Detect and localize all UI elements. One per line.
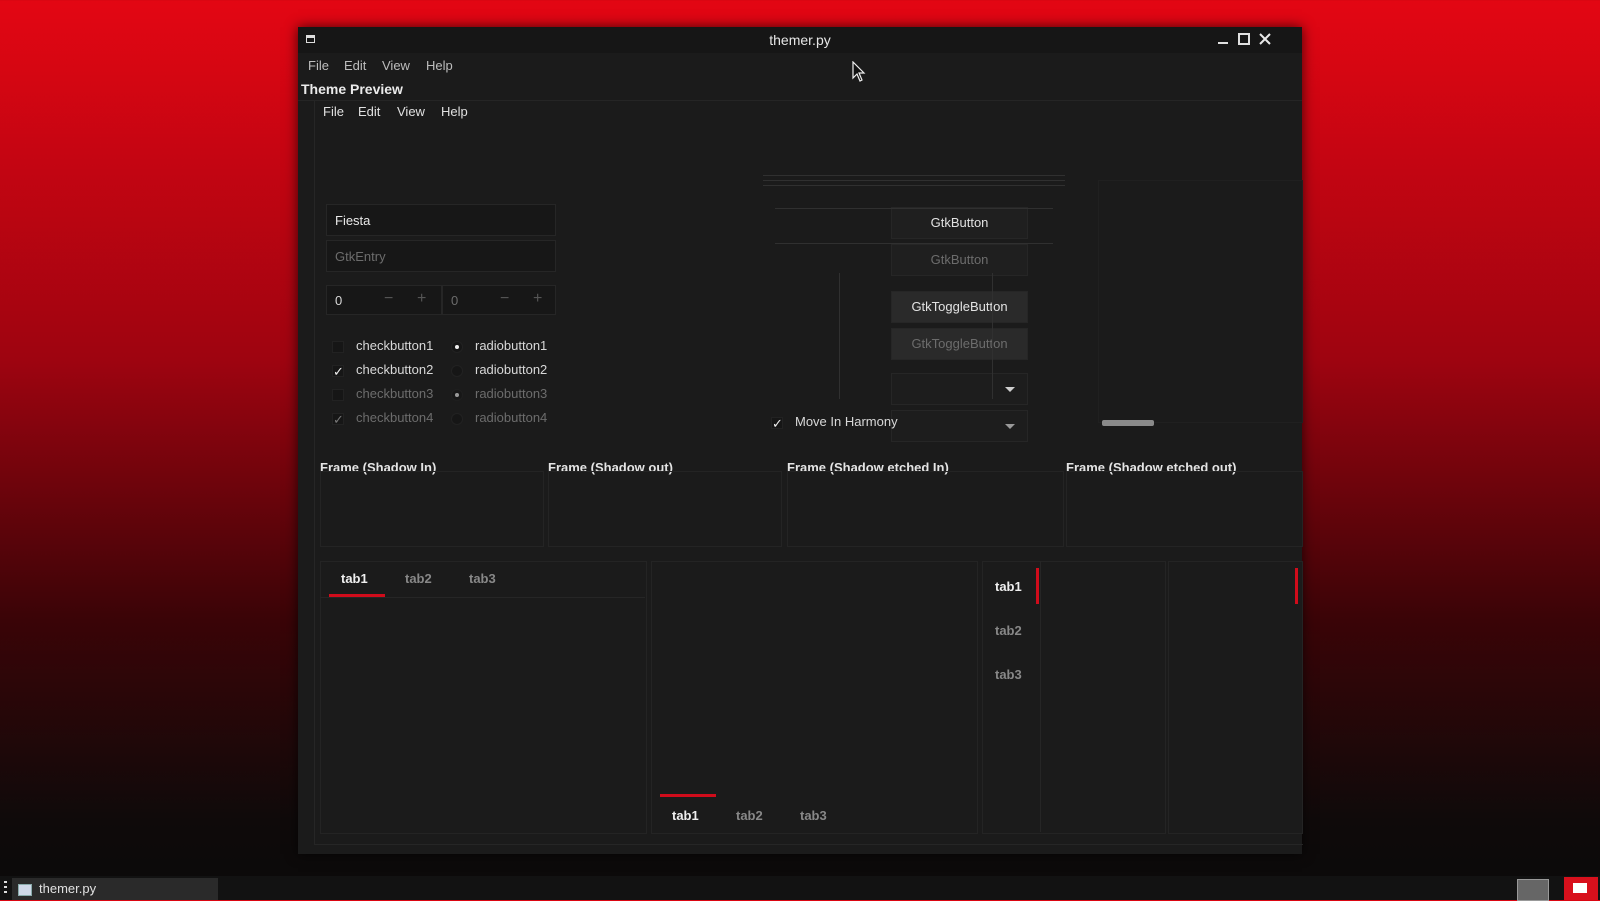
combo-box[interactable]	[891, 373, 1028, 405]
active-tab-indicator	[1036, 568, 1039, 604]
menu-help[interactable]: Help	[426, 58, 453, 73]
window-title: themer.py	[769, 32, 831, 48]
task-label: themer.py	[39, 881, 97, 896]
radio-unselected-icon	[451, 365, 463, 377]
menu-file[interactable]: File	[308, 58, 329, 73]
horizontal-scale[interactable]	[775, 243, 1053, 244]
spin-value: 0	[335, 293, 343, 308]
horizontal-scale[interactable]	[763, 180, 1065, 181]
harmony-label: Move In Harmony	[795, 414, 898, 429]
menu-view[interactable]: View	[382, 58, 410, 73]
tab-left-3[interactable]: tab3	[995, 667, 1022, 682]
gtk-toggle-button[interactable]: GtkToggleButton	[891, 291, 1028, 323]
active-tab-indicator	[660, 794, 716, 797]
text-entry[interactable]: Fiesta	[326, 204, 556, 236]
checkmark-icon: ✓	[332, 364, 344, 379]
radiobutton-label: radiobutton4	[475, 410, 548, 425]
combo-box-disabled[interactable]	[891, 410, 1028, 442]
radiobutton-label: radiobutton3	[475, 386, 548, 401]
minus-icon[interactable]: −	[500, 290, 509, 308]
radio-selected-icon	[451, 341, 463, 353]
maximize-icon[interactable]	[1236, 31, 1252, 47]
checkbox-unchecked-icon	[332, 341, 344, 353]
horizontal-scale[interactable]	[763, 175, 1065, 176]
radio-selected-icon	[451, 389, 463, 401]
gtk-toggle-button-disabled[interactable]: GtkToggleButton	[891, 328, 1028, 360]
preview-menu-edit[interactable]: Edit	[358, 104, 380, 119]
frame-etched-out	[1066, 471, 1303, 547]
radiobutton-label: radiobutton2	[475, 362, 548, 377]
horizontal-scrollbar[interactable]	[1102, 420, 1154, 426]
gtk-button[interactable]: GtkButton	[891, 207, 1028, 239]
workspace-switcher-icon[interactable]	[1517, 879, 1549, 901]
radio-unselected-icon	[451, 413, 463, 425]
notebook-tabs-left	[982, 561, 1166, 834]
close-icon[interactable]	[1257, 31, 1273, 47]
spin-button-disabled[interactable]: 0 − +	[442, 285, 556, 315]
checkbutton-label: checkbutton3	[356, 386, 434, 401]
chevron-down-icon	[1005, 424, 1015, 429]
desktop-window-icon	[1573, 883, 1587, 893]
checkmark-icon: ✓	[332, 412, 344, 427]
tab-bottom-1[interactable]: tab1	[672, 808, 699, 823]
spin-value: 0	[451, 293, 459, 308]
window-icon	[18, 884, 32, 896]
plus-icon[interactable]: +	[417, 290, 426, 308]
horizontal-scale[interactable]	[775, 208, 1053, 209]
preview-menu-view[interactable]: View	[397, 104, 425, 119]
frame-shadow-in	[320, 471, 544, 547]
tab-strip-divider	[320, 597, 645, 598]
title-bar[interactable]: themer.py	[298, 27, 1302, 53]
checkmark-icon: ✓	[771, 416, 783, 431]
show-desktop-icon[interactable]	[1564, 877, 1598, 900]
active-tab-indicator	[329, 594, 385, 597]
minus-icon[interactable]: −	[384, 290, 393, 308]
checkbox-unchecked-icon	[332, 389, 344, 401]
tab-top-1[interactable]: tab1	[341, 571, 368, 586]
radiobutton-label: radiobutton1	[475, 338, 548, 353]
gtk-button-disabled[interactable]: GtkButton	[891, 244, 1028, 276]
app-window: themer.py File Edit View Help Theme Prev…	[298, 27, 1303, 854]
active-tab-indicator	[1295, 568, 1298, 604]
checkbutton-label: checkbutton2	[356, 362, 434, 377]
spin-button[interactable]: 0 − +	[326, 285, 442, 315]
theme-preview-title: Theme Preview	[301, 81, 403, 97]
tab-bottom-2[interactable]: tab2	[736, 808, 763, 823]
tab-strip-divider	[1040, 561, 1041, 832]
tab-top-3[interactable]: tab3	[469, 571, 496, 586]
taskbar: themer.py	[0, 876, 1600, 901]
minimize-icon[interactable]	[1215, 31, 1231, 47]
tab-left-2[interactable]: tab2	[995, 623, 1022, 638]
checkbutton-label: checkbutton4	[356, 410, 434, 425]
preview-menu-help[interactable]: Help	[441, 104, 468, 119]
menu-edit[interactable]: Edit	[344, 58, 366, 73]
checkbutton-label: checkbutton1	[356, 338, 434, 353]
notebook-tabs-top	[320, 561, 647, 834]
plus-icon[interactable]: +	[533, 290, 542, 308]
vertical-scale[interactable]	[839, 273, 840, 399]
frame-shadow-out	[548, 471, 782, 547]
scrolled-window[interactable]	[1098, 180, 1303, 423]
preview-menu-file[interactable]: File	[323, 104, 344, 119]
taskbar-task-themer[interactable]: themer.py	[12, 878, 218, 900]
text-entry-disabled[interactable]: GtkEntry	[326, 240, 556, 272]
frame-etched-in	[787, 471, 1064, 547]
horizontal-scale[interactable]	[763, 185, 1065, 186]
mouse-cursor-icon	[852, 61, 866, 82]
chevron-down-icon	[1005, 387, 1015, 392]
tab-top-2[interactable]: tab2	[405, 571, 432, 586]
vertical-scale[interactable]	[992, 273, 993, 399]
tab-bottom-3[interactable]: tab3	[800, 808, 827, 823]
notebook-tabs-right	[1168, 561, 1303, 834]
tab-left-1[interactable]: tab1	[995, 579, 1022, 594]
taskbar-handle-icon[interactable]	[4, 881, 7, 895]
